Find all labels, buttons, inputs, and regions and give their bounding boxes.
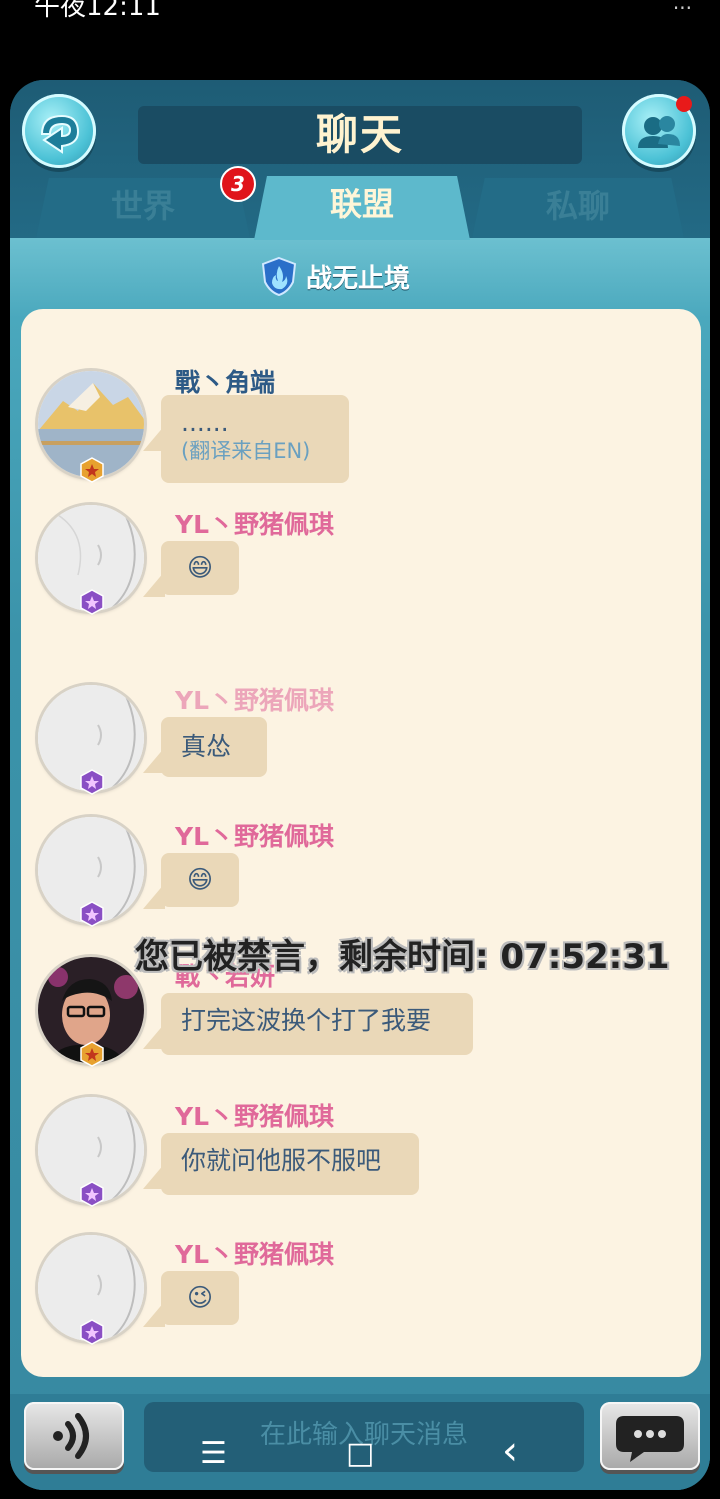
back-nav-button[interactable]: ‹ (502, 1428, 518, 1474)
message-bubble[interactable]: 真怂 (161, 717, 267, 777)
sender-name: 戰丶角端 (175, 368, 276, 397)
message-list[interactable]: 戰丶角端 ...... (翻译来自EN) YL丶野猪佩琪 😄 YL丶野猪佩琪 真… (21, 309, 701, 1377)
status-icons: ... (672, 0, 692, 14)
message-text: 😄 (186, 553, 214, 582)
menu-nav-button[interactable]: ☰ (200, 1436, 227, 1471)
alliance-shield-icon (261, 256, 297, 296)
chat-window: 聊天 世界 私聊 联盟 3 战无止境 戰丶角端 ...... (翻译来自EN) … (10, 80, 710, 1490)
rank-badge-icon (80, 1181, 104, 1207)
tab-private[interactable]: 私聊 (472, 178, 684, 238)
sender-name: YL丶野猪佩琪 (175, 510, 335, 539)
mute-notice: 您已被禁言，剩余时间: 07:52:31 (135, 937, 670, 977)
message-text: 真怂 (181, 732, 232, 761)
home-nav-button[interactable]: □ (346, 1436, 374, 1471)
sender-name: YL丶野猪佩琪 (175, 1102, 335, 1131)
system-nav-bar: ☰ □ ‹ (0, 1418, 720, 1494)
tab-world[interactable]: 世界 (36, 178, 250, 238)
alliance-header: 战无止境 (260, 256, 410, 296)
back-arrow-icon (40, 114, 80, 154)
message-bubble[interactable]: 打完这波换个打了我要 (161, 993, 473, 1055)
message-bubble[interactable]: ...... (翻译来自EN) (161, 395, 349, 483)
alliance-name: 战无止境 (306, 263, 411, 294)
notification-dot (676, 96, 692, 112)
tab-alliance[interactable]: 联盟 (254, 176, 470, 240)
status-bar: 午夜12:11 ... (0, 0, 720, 72)
message-bubble[interactable]: 😄 (161, 541, 239, 595)
page-title: 聊天 (138, 106, 582, 164)
message-bubble[interactable]: 😉 (161, 1271, 239, 1325)
rank-badge-icon (80, 457, 104, 483)
rank-badge-icon (80, 769, 104, 795)
message-text: 打完这波换个打了我要 (181, 1006, 432, 1035)
rank-badge-icon (80, 1041, 104, 1067)
rank-badge-icon (80, 901, 104, 927)
status-time: 午夜12:11 (34, 0, 161, 22)
rank-badge-icon (80, 1319, 104, 1345)
sender-name: YL丶野猪佩琪 (175, 686, 335, 715)
message-bubble[interactable]: 😄 (161, 853, 239, 907)
message-bubble[interactable]: 你就问他服不服吧 (161, 1133, 419, 1195)
sender-name: YL丶野猪佩琪 (175, 1240, 335, 1269)
message-text: 😄 (186, 865, 214, 894)
message-text: 你就问他服不服吧 (181, 1146, 382, 1175)
translation-note: (翻译来自EN) (181, 439, 311, 463)
sender-name: YL丶野猪佩琪 (175, 822, 335, 851)
world-unread-badge: 3 (220, 166, 256, 202)
back-button[interactable] (22, 94, 96, 168)
message-text: ...... (181, 408, 229, 437)
rank-badge-icon (80, 589, 104, 615)
message-text: 😉 (186, 1283, 214, 1312)
